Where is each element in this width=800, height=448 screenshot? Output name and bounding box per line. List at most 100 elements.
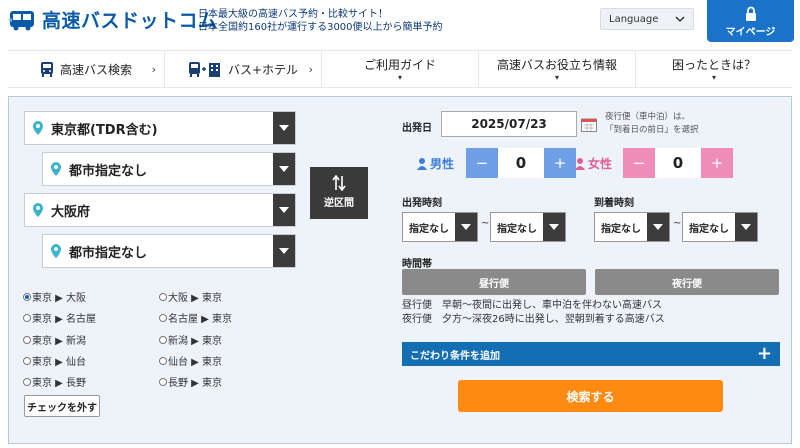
bus-hotel-icon [188,61,222,77]
desc-line1: 昼行便 早朝～夜間に出発し、車中泊を伴わない高速バス [402,300,662,311]
female-label-text: 女性 [588,157,613,171]
route-label: 東京 ▶ 名古屋 [32,314,97,325]
location-pin-icon [43,244,69,258]
nav-bus-hotel[interactable]: バス+ホテル › [165,51,322,87]
radio-icon [23,292,31,301]
add-condition-button[interactable]: こだわり条件を追加 + [402,342,780,366]
male-person-icon [417,157,427,170]
male-label: 男性 [417,155,454,172]
dropdown-arrow-icon [273,194,295,226]
calendar-icon[interactable] [581,117,597,132]
uncheck-button[interactable]: チェックを外す [24,395,100,417]
lock-icon [745,6,756,21]
location-pin-icon [25,203,51,217]
night-note-line2: 「到着日の前日」を選択 [605,125,699,135]
plus-icon: + [756,343,772,364]
to-city-select[interactable]: 都市指定なし [42,234,296,268]
radio-icon [159,377,167,386]
select-value: 指定なし [601,223,641,235]
route-label: 新潟 ▶ 東京 [168,336,223,347]
nav-guide[interactable]: ご利用ガイド ▾ [322,51,479,87]
bus-icon [40,61,54,77]
night-bus-button[interactable]: 夜行便 [595,269,779,295]
from-prefecture-select[interactable]: 東京都(TDR含む) [24,111,296,145]
swap-arrows-icon [332,175,346,191]
female-plus-button[interactable]: + [701,148,733,178]
swap-route-button[interactable]: 逆区間 [310,167,368,219]
mypage-button[interactable]: マイページ [707,0,794,42]
male-plus-button[interactable]: + [544,148,576,178]
dropdown-arrow-icon [273,235,295,267]
route-radio[interactable]: 東京 ▶ 仙台 [23,353,86,368]
dropdown-arrow-icon [735,213,757,241]
from-city-select[interactable]: 都市指定なし [42,152,296,186]
day-bus-button[interactable]: 昼行便 [402,269,586,295]
chevron-down-icon: ▾ [554,73,559,82]
route-radio[interactable]: 東京 ▶ 大阪 [23,289,86,304]
select-value: 指定なし [409,223,449,235]
language-select[interactable]: Language [600,8,694,30]
location-pin-icon [25,121,51,135]
bus-type-description: 昼行便 早朝～夜間に出発し、車中泊を伴わない高速バス 夜行便 夕方～深夜26時に… [402,299,665,327]
site-logo[interactable]: 高速バスドットコム [8,6,218,33]
male-label-text: 男性 [430,157,455,171]
route-radio[interactable]: 東京 ▶ 新潟 [23,332,86,347]
male-minus-button[interactable]: − [466,148,498,178]
range-tilde: ~ [481,218,490,229]
nav-bus-search[interactable]: 高速バス検索 › [8,51,165,87]
radio-icon [23,356,31,365]
route-label: 東京 ▶ 新潟 [32,336,87,347]
route-radio[interactable]: 新潟 ▶ 東京 [159,332,222,347]
route-radio[interactable]: 名古屋 ▶ 東京 [159,310,232,325]
female-label: 女性 [575,155,612,172]
radio-icon [23,377,31,386]
route-radio[interactable]: 東京 ▶ 長野 [23,374,86,389]
female-count: 0 [655,148,701,178]
arrive-time-to-select[interactable]: 指定なし [682,212,758,242]
radio-icon [159,313,167,322]
bus-logo-icon [8,10,34,30]
time-band-label: 時間帯 [402,259,432,270]
nav-label: 高速バス検索 [59,62,132,77]
male-count: 0 [498,148,544,178]
to-prefecture-select[interactable]: 大阪府 [24,193,296,227]
route-label: 長野 ▶ 東京 [168,378,223,389]
route-label: 仙台 ▶ 東京 [168,357,223,368]
location-pin-icon [43,162,69,176]
nav-label: バス+ホテル [227,62,299,77]
arrive-time-from-select[interactable]: 指定なし [594,212,670,242]
from-city-value: 都市指定なし [69,163,148,179]
route-label: 東京 ▶ 仙台 [32,357,87,368]
depart-time-label: 出発時刻 [402,198,442,209]
depart-time-to-select[interactable]: 指定なし [490,212,566,242]
select-value: 指定なし [497,223,537,235]
nav-help[interactable]: 困ったときは？ ▾ [636,51,792,87]
route-radio[interactable]: 長野 ▶ 東京 [159,374,222,389]
female-person-icon [575,157,585,170]
departure-date-input[interactable]: 2025/07/23 [441,111,577,137]
route-label: 大阪 ▶ 東京 [168,293,223,304]
mypage-label: マイページ [725,27,776,38]
to-prefecture-value: 大阪府 [51,204,91,220]
route-radio[interactable]: 大阪 ▶ 東京 [159,289,222,304]
arrive-time-label: 到着時刻 [594,198,634,209]
search-button[interactable]: 検索する [458,380,723,412]
nav-label: ご利用ガイド [363,58,436,72]
route-radio[interactable]: 東京 ▶ 名古屋 [23,310,96,325]
tagline-line2: 日本全国約160社が運行する3000便以上から簡単予約 [198,22,443,33]
nav-useful-info[interactable]: 高速バスお役立ち情報 ▾ [479,51,636,87]
male-stepper[interactable]: − 0 + [466,148,576,178]
to-city-value: 都市指定なし [69,245,148,261]
add-condition-label: こだわり条件を追加 [410,350,500,362]
language-label: Language [609,13,659,25]
female-stepper[interactable]: − 0 + [623,148,733,178]
route-label: 東京 ▶ 大阪 [32,293,87,304]
swap-label: 逆区間 [324,198,354,209]
from-prefecture-value: 東京都(TDR含む) [51,122,158,138]
range-tilde: ~ [673,218,682,229]
site-header: 高速バスドットコム 日本最大級の高速バス予約・比較サイト！ 日本全国約160社が… [0,0,800,50]
night-note-line1: 夜行便（車中泊）は、 [605,112,691,122]
route-radio[interactable]: 仙台 ▶ 東京 [159,353,222,368]
female-minus-button[interactable]: − [623,148,655,178]
depart-time-from-select[interactable]: 指定なし [402,212,478,242]
